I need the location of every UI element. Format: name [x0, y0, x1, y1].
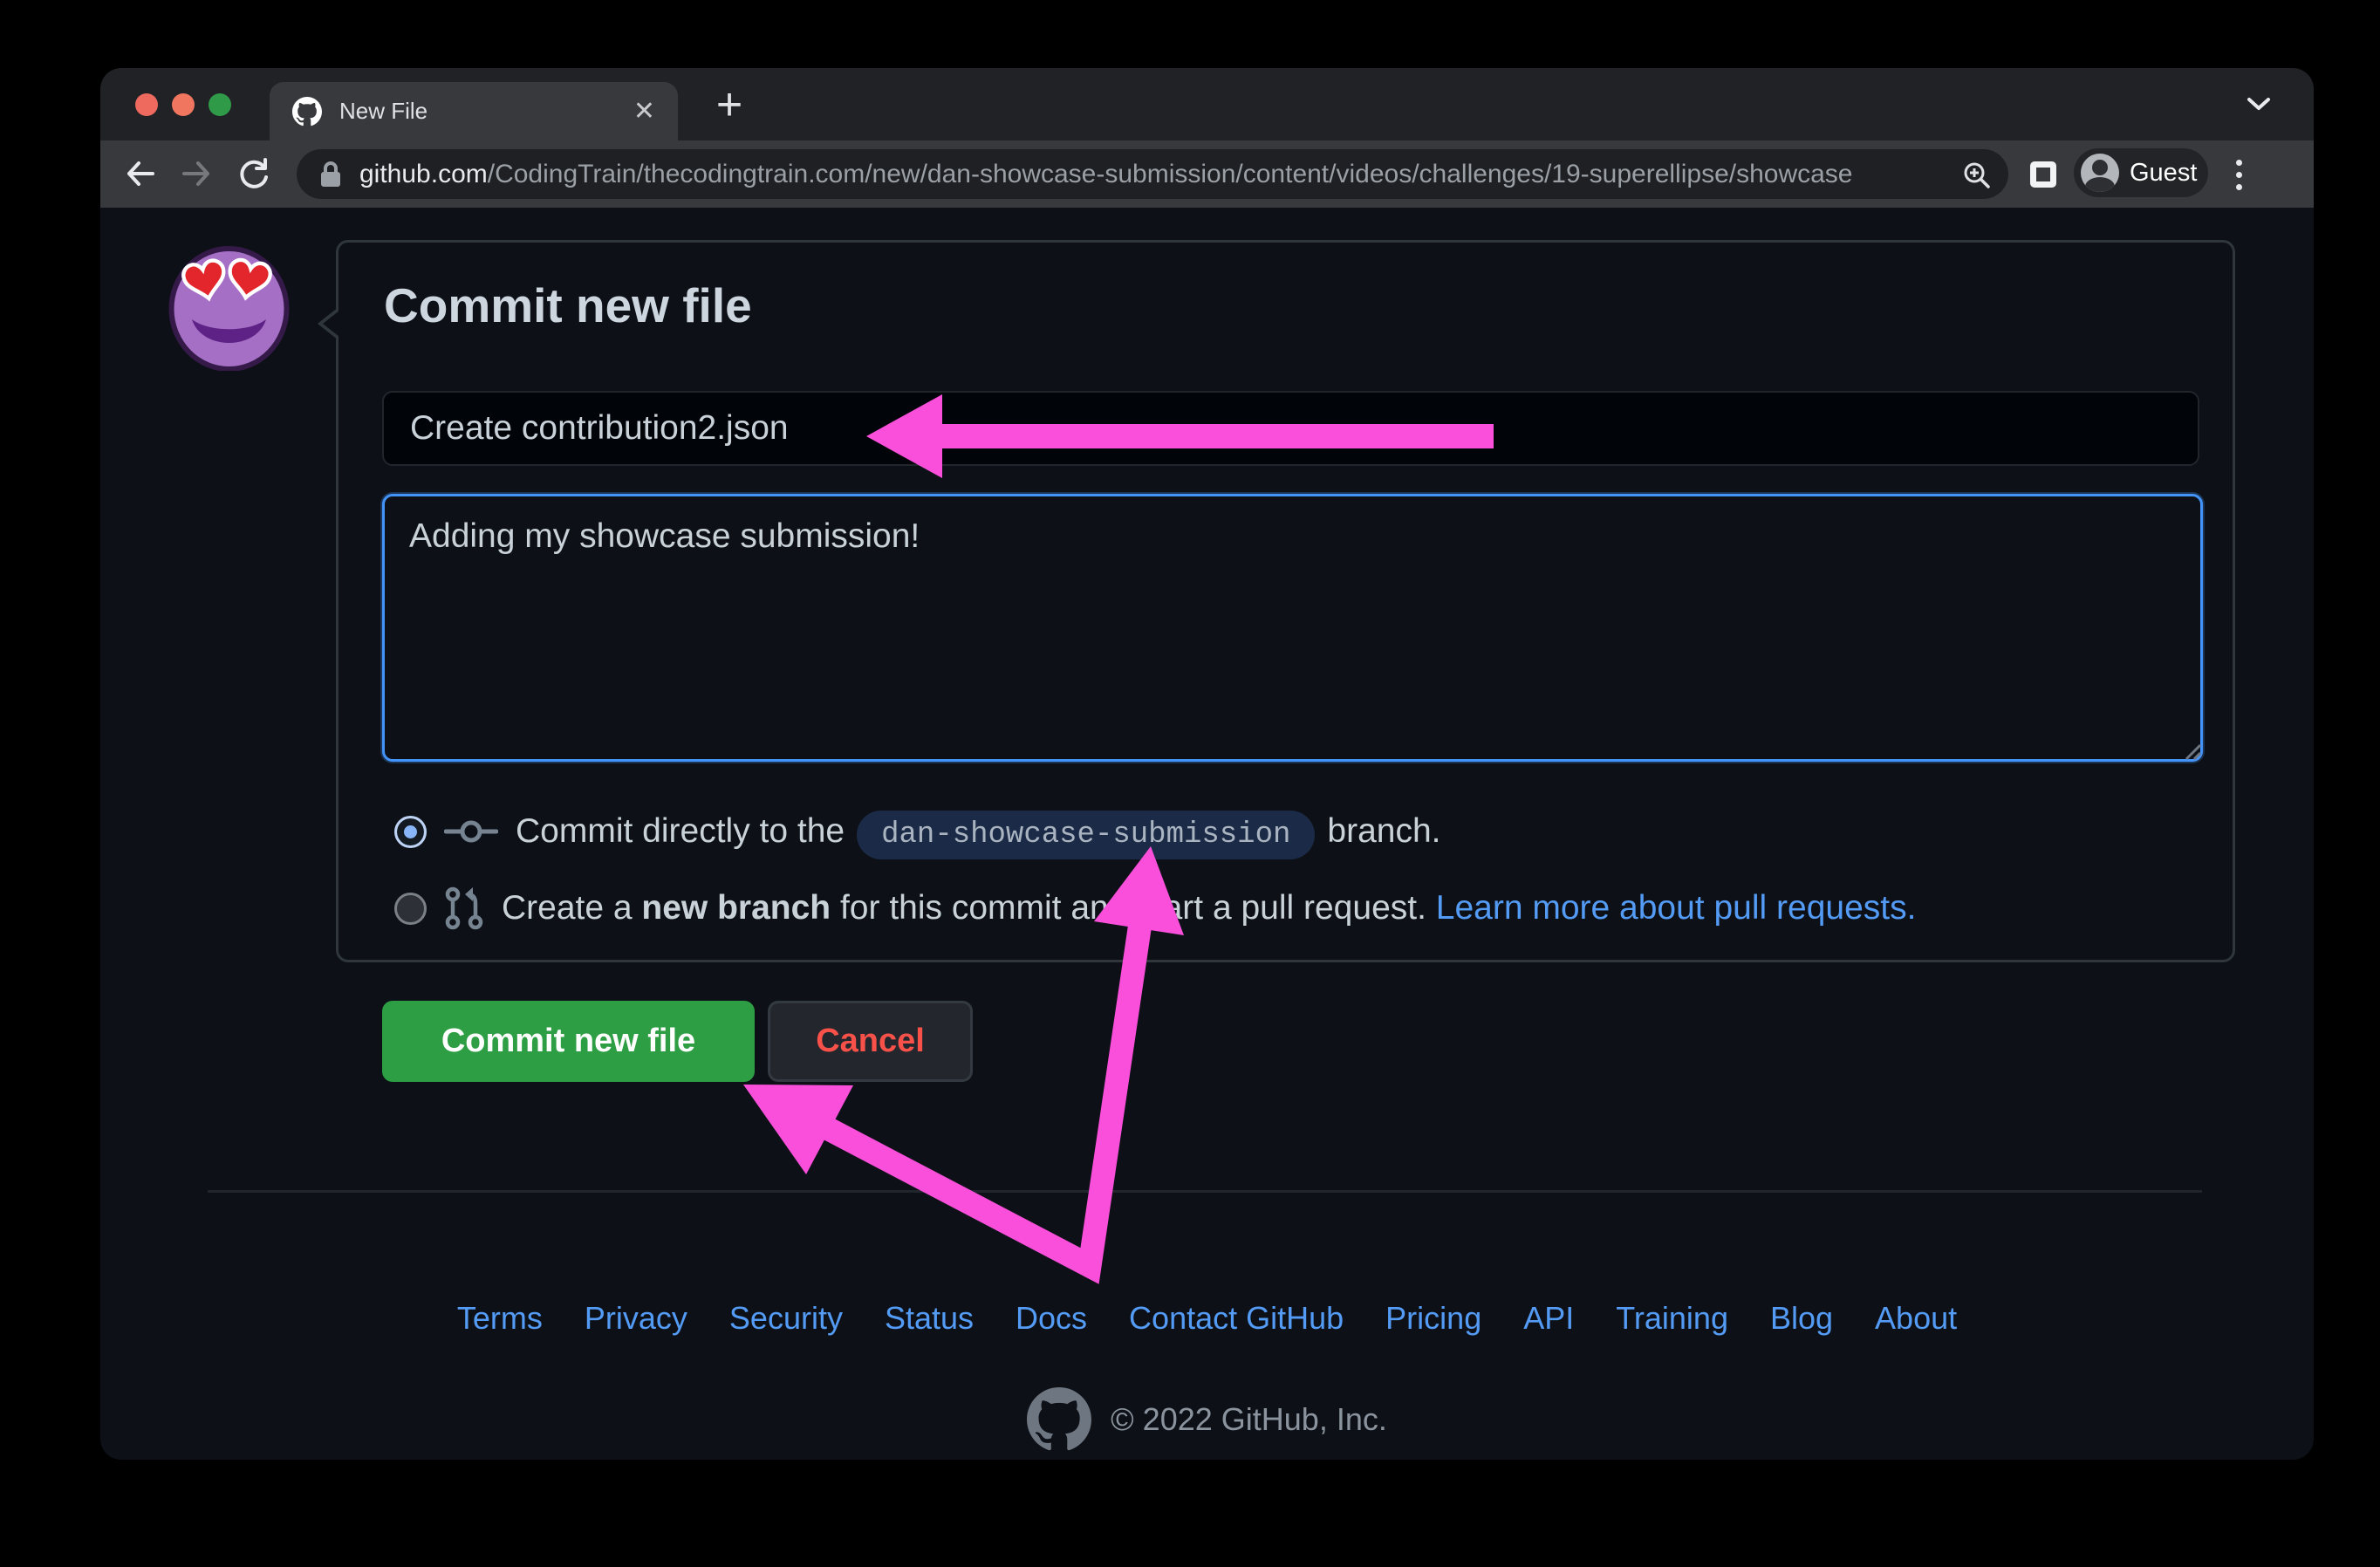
pull-request-icon — [444, 886, 484, 931]
radio-new-branch[interactable] — [394, 892, 427, 925]
url-path: /CodingTrain/thecodingtrain.com/new/dan-… — [487, 159, 1853, 188]
github-logo-icon — [1027, 1387, 1092, 1452]
tab-close-icon[interactable]: ✕ — [633, 98, 655, 125]
footer-link-terms[interactable]: Terms — [457, 1300, 543, 1337]
footer-link-pricing[interactable]: Pricing — [1385, 1300, 1481, 1337]
branch-name-badge: dan-showcase-submission — [857, 810, 1316, 859]
footer-link-blog[interactable]: Blog — [1770, 1300, 1833, 1337]
guest-avatar-icon — [2081, 154, 2119, 192]
commit-description-textarea[interactable]: Adding my showcase submission! — [382, 494, 2203, 762]
new-branch-text-2: for this commit and start a pull request… — [831, 889, 1436, 927]
user-avatar — [166, 244, 292, 371]
close-window-button[interactable] — [135, 93, 158, 116]
new-branch-bold: new branch — [641, 889, 831, 927]
radio-row-commit-direct: Commit directly to the dan-showcase-submi… — [394, 803, 1440, 860]
guest-label: Guest — [2130, 158, 2198, 187]
github-favicon-icon — [292, 96, 322, 127]
footer-link-about[interactable]: About — [1875, 1300, 1957, 1337]
radio-row-new-branch: Create a new branch for this commit and … — [394, 879, 1916, 937]
commit-direct-text-after: branch. — [1327, 811, 1441, 850]
lock-icon — [319, 161, 342, 188]
screenshot-stage: New File ✕ + github.com/CodingTrain/thec… — [0, 0, 2380, 1567]
commit-form-panel: Commit new file Adding my showcase submi… — [318, 240, 2235, 962]
zoom-page-icon[interactable] — [1961, 160, 1993, 191]
learn-more-link[interactable]: Learn more about pull requests. — [1436, 889, 1917, 927]
footer-link-training[interactable]: Training — [1616, 1300, 1728, 1337]
textarea-resize-grip[interactable] — [2179, 738, 2202, 761]
new-branch-text-1: Create a — [502, 889, 642, 927]
url-text: github.com/CodingTrain/thecodingtrain.co… — [359, 160, 1853, 189]
browser-menu-icon[interactable] — [2236, 154, 2243, 196]
commit-icon — [444, 817, 498, 846]
back-icon[interactable] — [123, 158, 158, 189]
address-bar[interactable]: github.com/CodingTrain/thecodingtrain.co… — [297, 149, 2008, 199]
footer-brand: © 2022 GitHub, Inc. — [100, 1387, 2314, 1452]
profile-button[interactable]: Guest — [2074, 148, 2208, 197]
github-page: Commit new file Adding my showcase submi… — [100, 208, 2314, 1460]
url-domain: github.com — [359, 159, 488, 188]
page-title: Commit new file — [384, 278, 752, 332]
window-controls — [135, 93, 231, 116]
forward-icon[interactable] — [179, 158, 214, 189]
new-branch-label: Create a new branch for this commit and … — [502, 889, 1916, 927]
footer-link-contact[interactable]: Contact GitHub — [1129, 1300, 1344, 1337]
radio-commit-direct[interactable] — [394, 815, 427, 848]
new-tab-button[interactable]: + — [708, 79, 751, 130]
minimize-window-button[interactable] — [172, 93, 195, 116]
browser-toolbar: github.com/CodingTrain/thecodingtrain.co… — [100, 140, 2314, 208]
tab-search-chevron-icon[interactable] — [2244, 94, 2274, 113]
footer-link-privacy[interactable]: Privacy — [585, 1300, 687, 1337]
browser-tab[interactable]: New File ✕ — [270, 82, 678, 140]
cancel-button[interactable]: Cancel — [768, 1001, 973, 1082]
browser-window: New File ✕ + github.com/CodingTrain/thec… — [100, 68, 2314, 1460]
commit-direct-label: Commit directly to the dan-showcase-submi… — [516, 810, 1441, 859]
commit-title-input[interactable] — [382, 391, 2199, 466]
footer-links: Terms Privacy Security Status Docs Conta… — [100, 1300, 2314, 1337]
commit-direct-text: Commit directly to the — [516, 811, 845, 850]
footer-link-api[interactable]: API — [1523, 1300, 1574, 1337]
footer-divider — [208, 1190, 2202, 1193]
side-panel-icon[interactable] — [2030, 161, 2056, 188]
tab-strip: New File ✕ + — [100, 68, 2314, 140]
footer-link-security[interactable]: Security — [729, 1300, 843, 1337]
footer-link-status[interactable]: Status — [885, 1300, 974, 1337]
commit-new-file-button[interactable]: Commit new file — [382, 1001, 755, 1082]
copyright-text: © 2022 GitHub, Inc. — [1111, 1401, 1387, 1437]
footer-link-docs[interactable]: Docs — [1016, 1300, 1087, 1337]
tab-title: New File — [339, 98, 428, 124]
reload-icon[interactable] — [236, 158, 271, 191]
fullscreen-window-button[interactable] — [209, 93, 231, 116]
